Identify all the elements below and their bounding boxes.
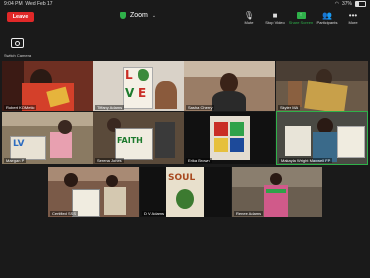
participant-name: Serena Jones xyxy=(95,158,124,163)
stop-video-button[interactable]: ■ Stop Video xyxy=(262,10,288,26)
mute-button[interactable]: 🎙 Mute xyxy=(236,10,262,26)
battery-icon xyxy=(355,1,366,7)
chevron-down-icon: ⌄ xyxy=(151,12,157,19)
video-tile-tiffany[interactable]: L V E Tiffany Adams xyxy=(93,61,184,111)
participant-name: Erika Brown xyxy=(186,158,212,163)
participant-name: Robert KOMetic xyxy=(4,105,37,110)
meeting-toolbar: Leave Zoom ⌄ 🎙 Mute ■ Stop Video ↑ Share… xyxy=(0,8,370,30)
participant-name: D V Adams xyxy=(142,211,167,216)
meeting-title[interactable]: Zoom ⌄ xyxy=(120,12,156,19)
video-camera-icon: ■ xyxy=(272,10,278,20)
wifi-icon: ◠ xyxy=(334,1,339,7)
share-screen-icon: ↑ xyxy=(296,10,306,20)
camera-switch-icon xyxy=(11,38,24,48)
love-letter-v: V xyxy=(125,86,135,100)
video-tile-sasha[interactable]: Sasha Cherry xyxy=(184,61,275,111)
love-letter-e: E xyxy=(138,86,147,100)
battery-percent: 37% xyxy=(341,1,352,7)
soul-sign-text: SOUL xyxy=(168,173,196,183)
participant-name: Sasha Cherry xyxy=(186,105,215,110)
video-tile-renee[interactable]: Renee Adams xyxy=(232,167,322,217)
love-letter-l: L xyxy=(125,68,133,82)
video-tile-erika[interactable]: Erika Brown xyxy=(184,112,275,164)
participant-name: Certified SSS xyxy=(50,211,79,216)
video-tile-dv-adams[interactable]: SOUL D V Adams xyxy=(140,167,231,217)
love-sign-text: LV xyxy=(13,139,25,149)
security-shield-icon xyxy=(120,12,126,19)
more-button[interactable]: ••• More xyxy=(340,10,366,26)
more-icon: ••• xyxy=(348,10,358,20)
status-time: 9:04 PM Wed Feb 17 xyxy=(4,1,53,7)
participants-icon: 👥 xyxy=(322,10,332,20)
status-bar: 9:04 PM Wed Feb 17 ◠ 37% xyxy=(0,0,370,8)
status-right: ◠ 37% xyxy=(335,1,366,7)
video-tile-maegan[interactable]: LV Maegan P xyxy=(2,112,93,164)
microphone-icon: 🎙 xyxy=(243,10,255,20)
video-tile-serena[interactable]: FAITH Serena Jones xyxy=(93,112,184,164)
video-tile-certified[interactable]: Certified SSS xyxy=(48,167,139,217)
video-tile-makayla-active-speaker[interactable]: Makayla Wright Maxwell FP xyxy=(276,111,368,165)
participant-name: Maegan P xyxy=(4,158,27,163)
participant-name: Skyler MA xyxy=(278,105,301,110)
switch-camera-button[interactable]: Switch Camera xyxy=(4,38,31,62)
participants-button[interactable]: 👥 Participants xyxy=(314,10,340,26)
participant-name: Renee Adams xyxy=(234,211,264,216)
video-tile-robert[interactable]: Robert KOMetic xyxy=(2,61,93,111)
video-tile-skyler[interactable]: Skyler MA xyxy=(276,61,368,111)
faith-sign-text: FAITH xyxy=(117,136,143,145)
leave-button[interactable]: Leave xyxy=(7,12,34,22)
participant-name: Tiffany Adams xyxy=(95,105,125,110)
participant-name: Makayla Wright Maxwell FP xyxy=(279,158,333,163)
share-screen-button[interactable]: ↑ Share Screen xyxy=(288,10,314,25)
